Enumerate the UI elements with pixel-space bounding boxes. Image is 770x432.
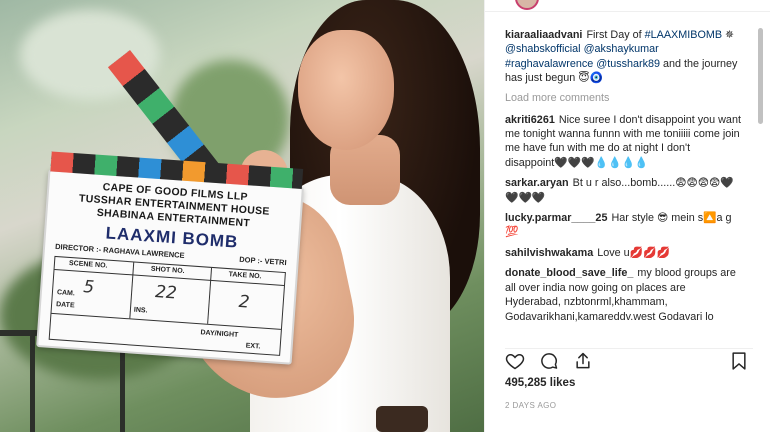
grid-divider — [207, 267, 213, 324]
comment-username[interactable]: sahilvishwakama — [505, 247, 593, 259]
daynight-label: DAY/NIGHT — [200, 329, 239, 339]
comment-text: Love u💋💋💋 — [597, 246, 670, 259]
comment-item: sahilvishwakama Love u💋💋💋 — [505, 246, 741, 260]
cam-label: CAM. — [56, 289, 76, 298]
ins-label: INS. — [133, 306, 148, 315]
take-value: 2 — [238, 291, 251, 313]
clapper-grid: SCENE NO. SHOT NO. TAKE NO. 5 22 2 CAM. … — [48, 255, 286, 356]
likes-count[interactable]: 495,285 likes — [505, 377, 575, 389]
share-icon[interactable] — [573, 351, 593, 371]
hashtag-link[interactable]: #raghavalawrence — [505, 58, 593, 70]
date-label: DATE — [55, 301, 75, 310]
comment-item: akriti6261 Nice suree I don't disappoint … — [505, 113, 741, 171]
background-railing-post — [30, 330, 35, 432]
post-actions-bar — [505, 348, 753, 372]
comments-panel: kiaraaliaadvani First Day of #LAAXMIBOMB … — [484, 0, 770, 432]
comment-username[interactable]: akriti6261 — [505, 114, 555, 126]
star-symbol: ✵ — [725, 29, 735, 41]
scene-label: SCENE NO. — [68, 259, 108, 270]
clapperboard: CAPE OF GOOD FILMS LLP TUSSHAR ENTERTAIN… — [36, 151, 304, 365]
shot-value: 22 — [154, 282, 178, 304]
caption-text: First Day of — [586, 29, 642, 41]
avatar[interactable] — [515, 0, 539, 10]
scene-value: 5 — [82, 277, 95, 298]
comments-scrollbar[interactable] — [758, 28, 763, 124]
woman-face — [298, 30, 394, 150]
mention-link[interactable]: @shabskofficial — [505, 43, 581, 55]
bookmark-icon[interactable] — [729, 351, 749, 371]
comment-username[interactable]: sarkar.aryan — [505, 177, 569, 189]
comment-username[interactable]: donate_blood_save_life_ — [505, 267, 633, 279]
take-label: TAKE NO. — [228, 271, 262, 281]
load-more-comments-link[interactable]: Load more comments — [505, 92, 741, 104]
post-header — [485, 0, 770, 12]
comment-item: donate_blood_save_life_ my blood groups a… — [505, 266, 741, 322]
post-caption: kiaraaliaadvani First Day of #LAAXMIBOMB … — [505, 28, 741, 86]
mention-link[interactable]: @tusshark89 — [596, 58, 660, 70]
post-photo[interactable]: CAPE OF GOOD FILMS LLP TUSSHAR ENTERTAIN… — [0, 0, 484, 432]
comment-item: lucky.parmar____25 Har style 😎 mein s🔼a g… — [505, 211, 741, 240]
caption-username[interactable]: kiaraaliaadvani — [505, 29, 582, 41]
ext-label: EXT. — [245, 342, 261, 351]
grid-divider — [51, 312, 281, 330]
comments-list: kiaraaliaadvani First Day of #LAAXMIBOMB … — [505, 28, 741, 328]
woman-belt — [376, 406, 428, 432]
hashtag-link[interactable]: #LAAXMIBOMB — [645, 29, 722, 41]
comment-username[interactable]: lucky.parmar____25 — [505, 212, 607, 224]
shot-label: SHOT NO. — [150, 265, 185, 276]
heart-icon[interactable] — [505, 351, 525, 371]
mention-link[interactable]: @akshaykumar — [584, 43, 659, 55]
clapper-dop: DOP :- VETRI — [239, 254, 287, 268]
comment-bubble-icon[interactable] — [539, 351, 559, 371]
post-timestamp[interactable]: 2 DAYS AGO — [505, 401, 556, 410]
comment-item: sarkar.aryan Bt u r also...bomb......😨😨😨😨… — [505, 176, 741, 205]
